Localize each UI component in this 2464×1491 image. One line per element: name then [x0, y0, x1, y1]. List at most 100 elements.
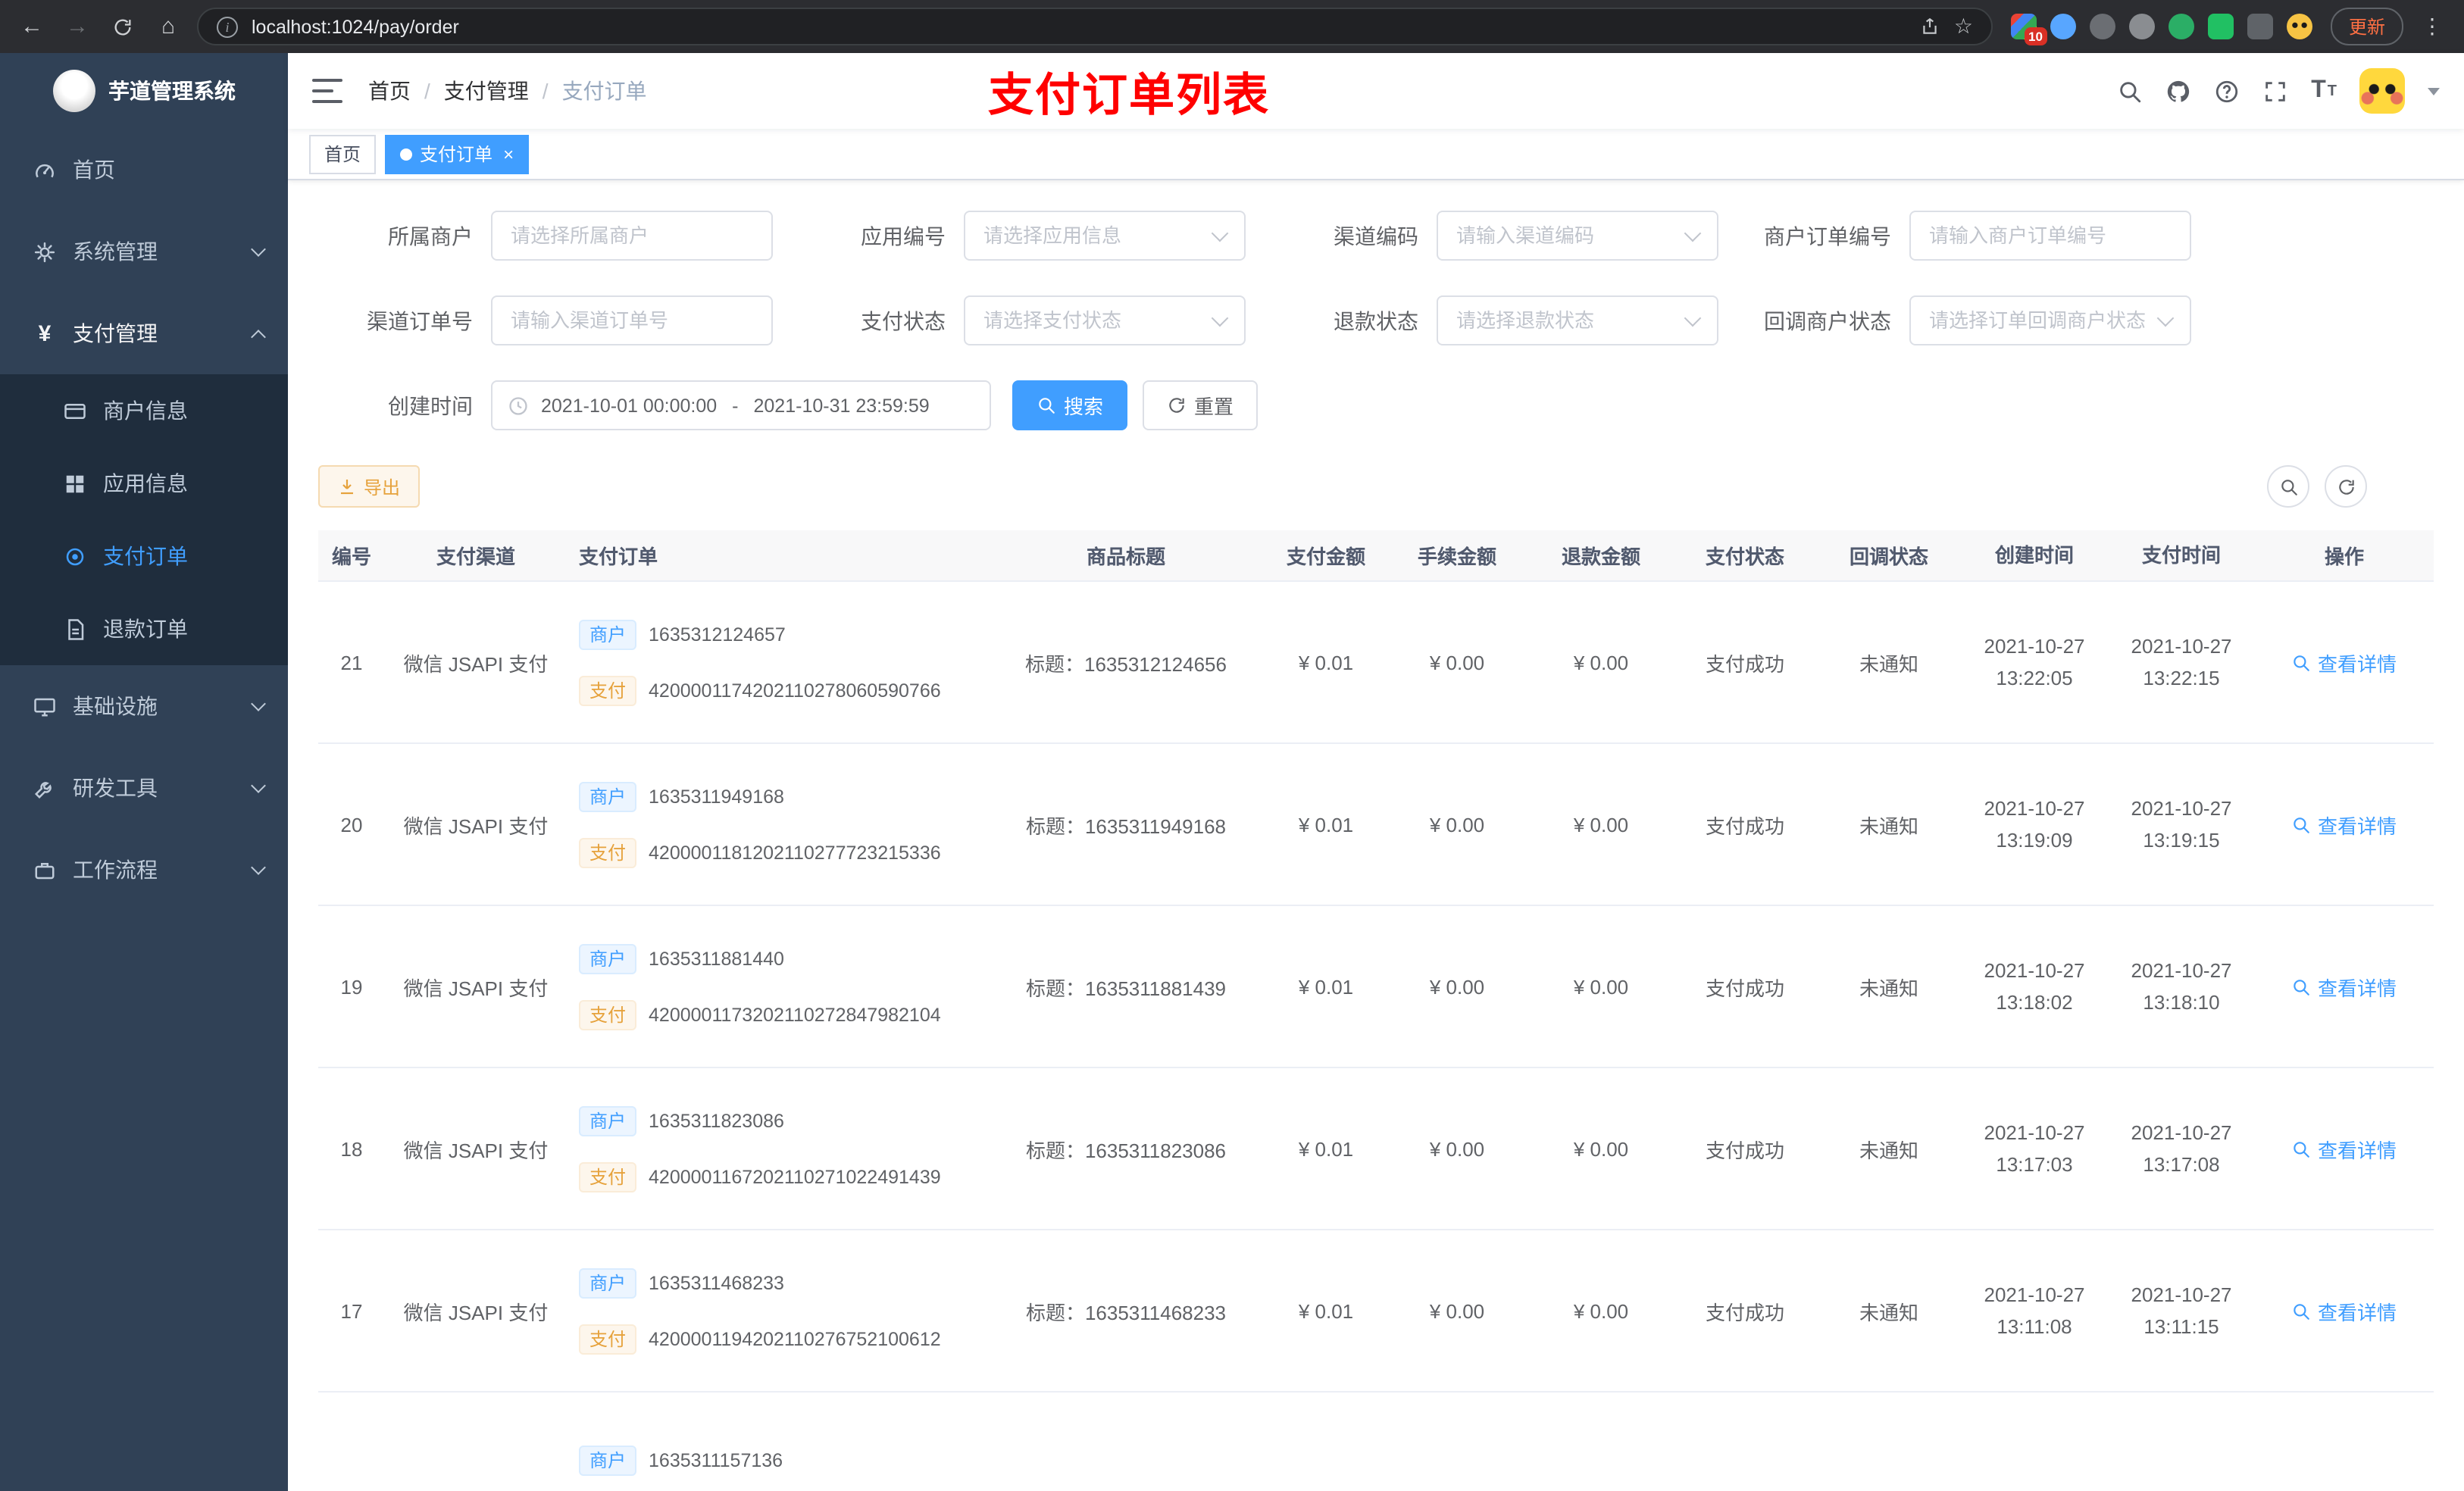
- sidebar-item-dev-tools[interactable]: 研发工具: [0, 747, 288, 829]
- site-info-icon[interactable]: i: [217, 16, 238, 37]
- view-details-label: 查看详情: [2317, 814, 2397, 837]
- sidebar-item-label: 退款订单: [103, 617, 188, 641]
- sidebar-item-home[interactable]: 首页: [0, 129, 288, 211]
- magnifier-icon: [2292, 977, 2312, 996]
- cell-pay-time: 2021-10-27 13:22:15: [2131, 634, 2232, 689]
- hamburger-icon[interactable]: [312, 79, 342, 103]
- view-details-link[interactable]: 查看详情: [2292, 972, 2397, 1001]
- font-size-icon[interactable]: TT: [2311, 77, 2337, 105]
- bookmark-star-icon[interactable]: ☆: [1954, 14, 1973, 39]
- sidebar-item-infrastructure[interactable]: 基础设施: [0, 665, 288, 747]
- browser-forward-icon[interactable]: →: [61, 10, 94, 43]
- refund-status-select[interactable]: [1437, 295, 1718, 345]
- tab-close-icon[interactable]: ×: [503, 143, 514, 164]
- share-icon[interactable]: [1921, 17, 1940, 36]
- search-button[interactable]: 搜索: [1012, 380, 1128, 430]
- view-details-link[interactable]: 查看详情: [2292, 1134, 2397, 1163]
- sidebar-item-app-info[interactable]: 应用信息: [0, 447, 288, 520]
- tab-label: 支付订单: [420, 144, 493, 165]
- browser-menu-icon[interactable]: ⋮: [2416, 10, 2449, 43]
- refund-status-label: 退款状态: [1334, 308, 1418, 333]
- browser-back-icon[interactable]: ←: [15, 10, 48, 43]
- breadcrumb-current: 支付订单: [561, 79, 647, 103]
- create-time-range-picker[interactable]: 2021-10-01 00:00:00 - 2021-10-31 23:59:5…: [491, 380, 991, 430]
- cell-status: 支付成功: [1705, 977, 1784, 999]
- extension-icon-7[interactable]: [2247, 14, 2273, 39]
- export-button[interactable]: 导出: [318, 465, 421, 508]
- channel-order-no-input[interactable]: [491, 295, 773, 345]
- extension-icon-6[interactable]: [2207, 14, 2234, 39]
- pay-tag: 支付: [579, 1161, 637, 1192]
- fullscreen-icon[interactable]: [2262, 78, 2288, 104]
- view-details-link[interactable]: 查看详情: [2292, 810, 2397, 839]
- merchant-tag: 商户: [579, 1445, 637, 1475]
- sidebar-item-refund-order[interactable]: 退款订单: [0, 592, 288, 665]
- search-icon: [1037, 395, 1056, 415]
- pay-status-select[interactable]: [964, 295, 1246, 345]
- cell-order: 商户 1635311823086 支付 42000011672021102710…: [567, 1105, 985, 1192]
- cell-amount: ¥ 0.01: [1298, 975, 1354, 998]
- filter-merchant-order-no: 商户订单编号: [1737, 211, 2209, 261]
- url-text: localhost:1024/pay/order: [252, 16, 459, 37]
- sidebar-item-workflow[interactable]: 工作流程: [0, 829, 288, 911]
- extension-icon-5[interactable]: [2168, 14, 2194, 39]
- avatar-caret-icon[interactable]: [2428, 87, 2440, 95]
- cell-fee: ¥ 0.00: [1429, 975, 1485, 998]
- view-details-link[interactable]: 查看详情: [2292, 1296, 2397, 1325]
- navbar-actions: TT: [2117, 68, 2440, 114]
- merchant-tag: 商户: [579, 781, 637, 811]
- sidebar-item-label: 基础设施: [73, 694, 158, 718]
- browser-home-icon[interactable]: ⌂: [152, 10, 185, 43]
- header-actions: 操作: [2324, 545, 2364, 568]
- payment-submenu: 商户信息 应用信息 支付订单 退款订单: [0, 374, 288, 665]
- browser-refresh-icon[interactable]: [106, 10, 139, 43]
- tab-pay-order[interactable]: 支付订单 ×: [385, 134, 530, 173]
- help-icon[interactable]: [2214, 78, 2240, 104]
- header-search-icon[interactable]: [2117, 78, 2143, 104]
- table-search-toggle-icon[interactable]: [2267, 465, 2309, 508]
- sidebar-item-payment[interactable]: ¥ 支付管理: [0, 292, 288, 374]
- merchant-label: 所属商户: [388, 223, 473, 248]
- notify-status-select[interactable]: [1909, 295, 2191, 345]
- view-details-label: 查看详情: [2317, 977, 2397, 999]
- filter-refund-status: 退款状态: [1264, 295, 1737, 345]
- sidebar-item-label: 工作流程: [73, 858, 158, 882]
- cell-refund: ¥ 0.00: [1573, 1299, 1629, 1322]
- extension-icon-2[interactable]: [2050, 14, 2076, 39]
- breadcrumb-home[interactable]: 首页: [368, 76, 411, 106]
- merchant-select[interactable]: [491, 211, 773, 261]
- notify-status-label: 回调商户状态: [1764, 308, 1891, 333]
- tab-label: 首页: [324, 144, 361, 165]
- user-avatar[interactable]: [2359, 68, 2405, 114]
- view-details-link[interactable]: 查看详情: [2292, 648, 2397, 677]
- pay-order-no: 4200001173202110272847982104: [649, 1004, 941, 1025]
- reset-button[interactable]: 重置: [1143, 380, 1259, 430]
- cell-title: 标题：1635311823086: [1025, 1139, 1227, 1161]
- cell-amount: ¥ 0.01: [1298, 1299, 1354, 1322]
- sidebar-item-system[interactable]: 系统管理: [0, 211, 288, 292]
- table-row: 18 微信 JSAPI 支付 商户 1635311823086 支付 42000…: [318, 1068, 2434, 1230]
- extension-icon-8[interactable]: [2286, 14, 2312, 39]
- extension-icon-4[interactable]: [2128, 14, 2155, 39]
- app-select[interactable]: [964, 211, 1246, 261]
- cell-status: 支付成功: [1705, 1301, 1784, 1324]
- merchant-order-no-input[interactable]: [1909, 211, 2191, 261]
- browser-update-button[interactable]: 更新: [2330, 8, 2403, 45]
- extension-icon-1[interactable]: 10: [2010, 14, 2047, 45]
- table-refresh-icon[interactable]: [2325, 465, 2367, 508]
- merchant-order-no: 1635311881440: [649, 948, 784, 969]
- cell-pay-time: 2021-10-27 13:17:08: [2131, 1121, 2232, 1176]
- tab-home[interactable]: 首页: [309, 134, 377, 173]
- address-bar[interactable]: i localhost:1024/pay/order ☆: [197, 8, 1993, 45]
- sidebar-logo[interactable]: 芋道管理系统: [0, 53, 288, 129]
- github-icon[interactable]: [2165, 78, 2191, 104]
- breadcrumb-section[interactable]: 支付管理: [444, 76, 529, 106]
- extension-icon-3[interactable]: [2089, 14, 2115, 39]
- page-annotation-title: 支付订单列表: [988, 71, 1270, 121]
- briefcase-icon: [33, 858, 56, 881]
- header-pay-time: 支付时间: [2141, 543, 2221, 567]
- channel-code-select[interactable]: [1437, 211, 1718, 261]
- sidebar-item-pay-order[interactable]: 支付订单: [0, 520, 288, 592]
- header-title: 商品标题: [1086, 545, 1165, 568]
- sidebar-item-merchant-info[interactable]: 商户信息: [0, 374, 288, 447]
